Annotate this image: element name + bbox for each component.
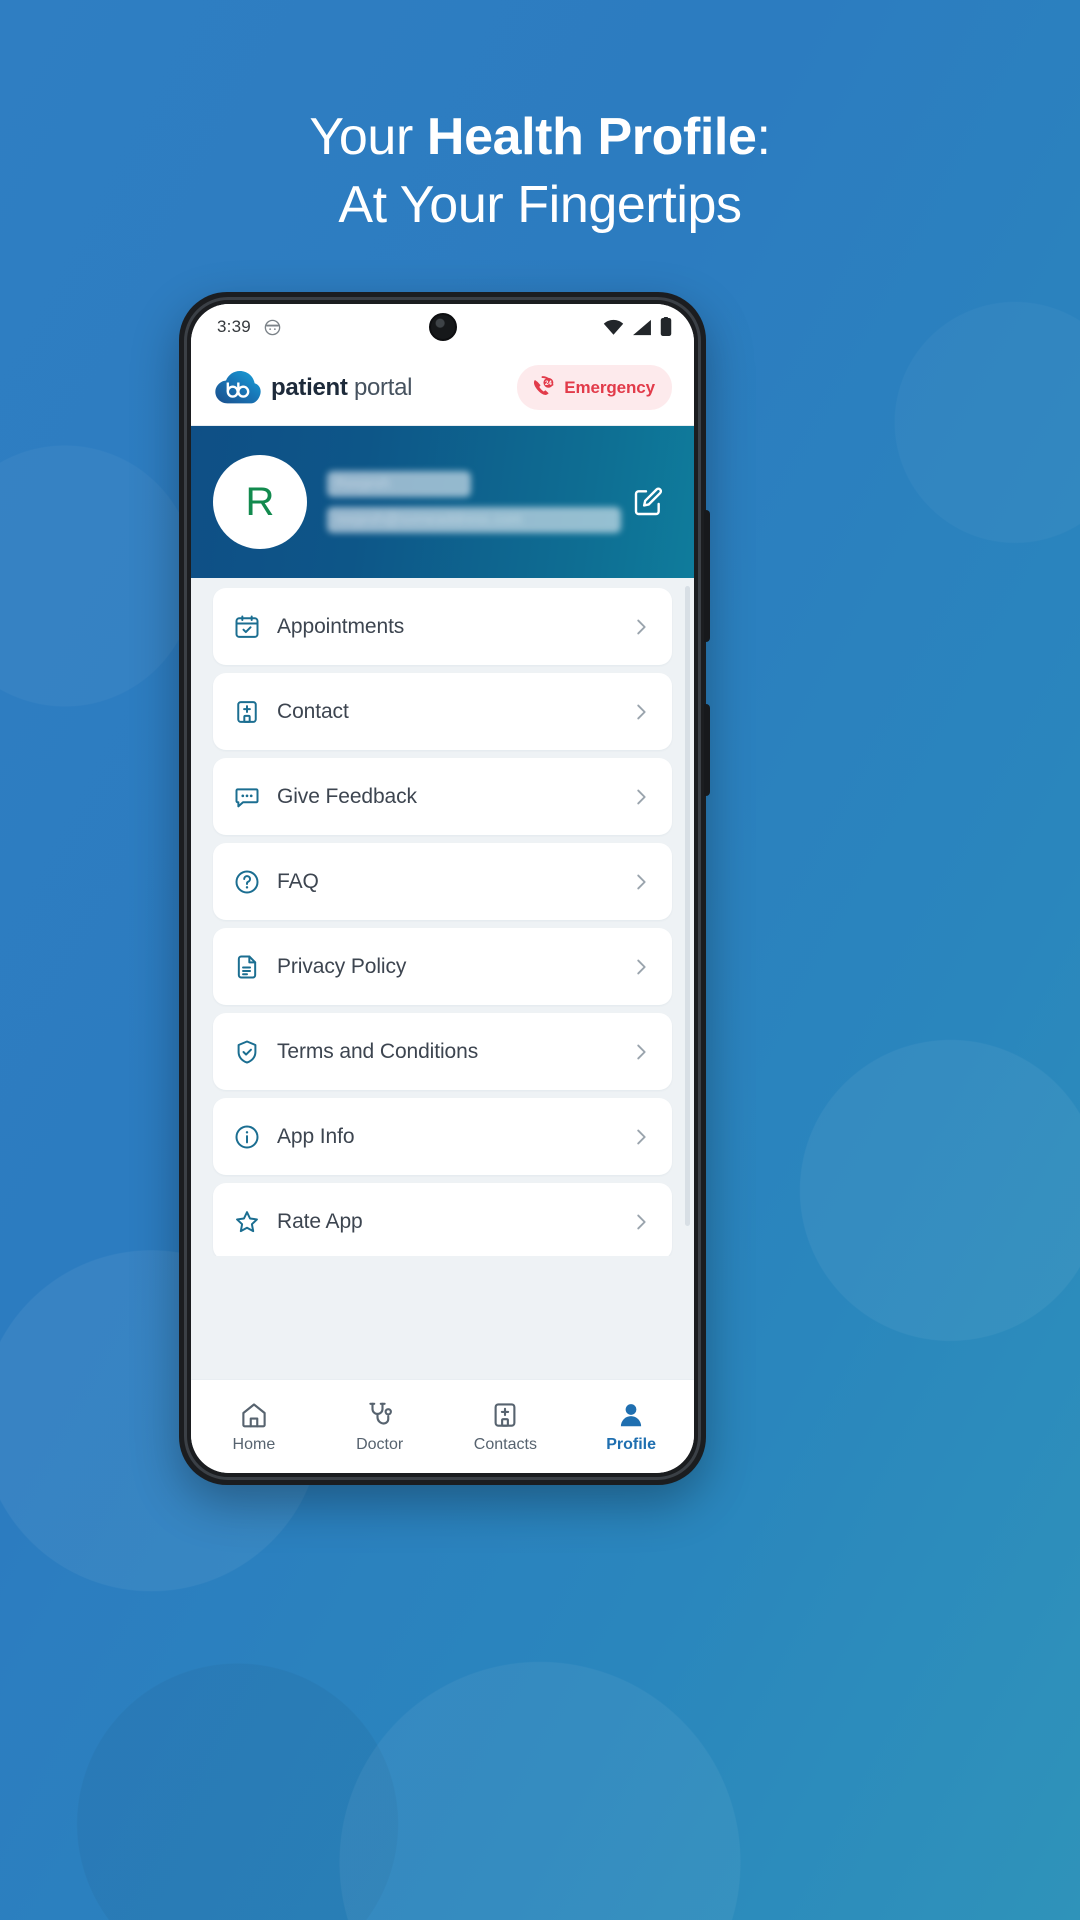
menu-item-label: Contact	[277, 699, 349, 723]
chevron-right-icon	[630, 786, 652, 808]
chevron-right-icon	[630, 1126, 652, 1148]
menu-item-terms-and-conditions[interactable]: Terms and Conditions	[213, 1013, 672, 1090]
wifi-icon	[603, 319, 624, 336]
emergency-label: Emergency	[564, 377, 655, 397]
nav-item-label: Doctor	[356, 1435, 404, 1453]
smiley-icon	[263, 318, 282, 337]
chat-bubble-icon	[233, 783, 273, 811]
menu-item-faq[interactable]: FAQ	[213, 843, 672, 920]
home-icon	[239, 1400, 269, 1430]
chevron-right-icon	[630, 956, 652, 978]
menu-item-rate-app[interactable]: Rate App	[213, 1183, 672, 1256]
headline-line-1: Your Health Profile:	[0, 104, 1080, 172]
shield-check-icon	[233, 1038, 273, 1066]
chevron-right-icon	[630, 871, 652, 893]
person-icon	[616, 1400, 646, 1430]
cellular-signal-icon	[632, 319, 652, 336]
nav-item-profile[interactable]: Profile	[568, 1400, 694, 1454]
question-circle-icon	[233, 868, 273, 896]
headline-line-2: At Your Fingertips	[338, 175, 742, 234]
promo-headline: Your Health Profile: At Your Fingertips	[0, 104, 1080, 239]
settings-menu: Appointments Contact Give Feedback FAQ P…	[191, 588, 694, 1256]
svg-text:24: 24	[545, 380, 552, 387]
star-icon	[233, 1208, 273, 1236]
headline-bold: Health Profile	[426, 108, 757, 166]
profile-email: reejesh@someaddress.com	[327, 507, 621, 533]
menu-item-label: Terms and Conditions	[277, 1039, 479, 1063]
status-bar-right	[603, 317, 672, 337]
nav-item-home[interactable]: Home	[191, 1400, 317, 1454]
profile-details: Reejesh reejesh@someaddress.com 91334567…	[327, 471, 626, 744]
battery-icon	[660, 317, 672, 337]
headline-tail: :	[756, 108, 771, 166]
headline-plain: Your	[309, 108, 427, 166]
profile-card: R Reejesh reejesh@someaddress.com 913345…	[191, 426, 694, 744]
list-scrollbar[interactable]	[685, 586, 690, 1226]
profile-name: Reejesh	[327, 471, 471, 497]
menu-item-app-info[interactable]: App Info	[213, 1098, 672, 1175]
app-title-bold: patient	[271, 373, 348, 401]
menu-item-contact[interactable]: Contact	[213, 673, 672, 750]
hospital-icon	[233, 698, 273, 726]
phone-screen: 3:39 patient portal 24 Emergency R Reeje…	[191, 304, 694, 1473]
menu-item-label: Give Feedback	[277, 784, 417, 808]
chevron-right-icon	[630, 616, 652, 638]
edit-profile-button[interactable]	[626, 480, 670, 524]
avatar: R	[213, 455, 307, 549]
nav-item-label: Profile	[606, 1435, 657, 1453]
nav-item-contacts[interactable]: Contacts	[443, 1400, 569, 1454]
chevron-right-icon	[630, 1041, 652, 1063]
menu-item-label: Appointments	[277, 614, 405, 638]
app-title-light: portal	[347, 373, 413, 401]
hospital-icon	[490, 1400, 520, 1430]
menu-item-label: Rate App	[277, 1209, 363, 1233]
info-circle-icon	[233, 1123, 273, 1151]
bottom-navigation: Home Doctor Contacts Profile	[191, 1379, 694, 1473]
front-camera	[428, 313, 457, 341]
menu-item-label: Privacy Policy	[277, 954, 407, 978]
emergency-button[interactable]: 24 Emergency	[517, 365, 672, 410]
stethoscope-icon	[365, 1400, 395, 1430]
settings-list[interactable]: Appointments Contact Give Feedback FAQ P…	[191, 578, 694, 1256]
calendar-check-icon	[233, 613, 273, 641]
menu-item-label: App Info	[277, 1124, 355, 1148]
phone-mockup: 3:39 patient portal 24 Emergency R Reeje…	[179, 292, 710, 1485]
nav-item-label: Contacts	[473, 1435, 537, 1453]
cloud-logo-icon	[215, 370, 261, 405]
nav-item-label: Home	[232, 1435, 276, 1453]
status-time: 3:39	[217, 317, 251, 336]
nav-item-doctor[interactable]: Doctor	[317, 1400, 443, 1454]
chevron-right-icon	[630, 1211, 652, 1233]
menu-item-give-feedback[interactable]: Give Feedback	[213, 758, 672, 835]
edit-pencil-icon	[632, 486, 664, 518]
status-bar-left: 3:39	[217, 317, 282, 337]
chevron-right-icon	[630, 701, 652, 723]
menu-item-appointments[interactable]: Appointments	[213, 588, 672, 665]
app-logo: patient portal	[215, 370, 412, 405]
app-header: patient portal 24 Emergency	[191, 350, 694, 426]
menu-item-label: FAQ	[277, 869, 319, 893]
menu-item-privacy-policy[interactable]: Privacy Policy	[213, 928, 672, 1005]
emergency-phone-24-icon: 24	[529, 374, 556, 401]
app-title: patient portal	[271, 374, 412, 402]
document-icon	[233, 953, 273, 981]
status-bar: 3:39	[191, 304, 694, 350]
